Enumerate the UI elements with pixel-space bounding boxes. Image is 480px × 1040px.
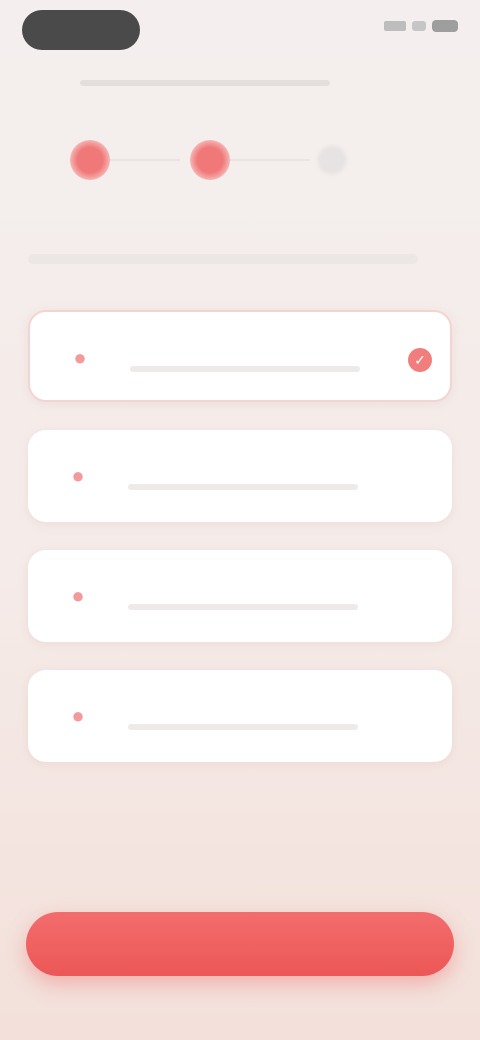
question-hint (28, 254, 418, 264)
step-2 (190, 140, 230, 180)
step-3 (312, 140, 352, 180)
check-icon: ✓ (408, 348, 432, 372)
option-card-3[interactable]: ● (28, 550, 452, 642)
option-description (130, 366, 360, 372)
step-connector (100, 159, 180, 161)
battery-icon (432, 20, 458, 32)
option-card-1[interactable]: ● ✓ (28, 310, 452, 402)
option-icon: ● (71, 583, 85, 608)
dynamic-island (22, 10, 140, 50)
step-1 (70, 140, 110, 180)
status-icons (384, 20, 458, 32)
option-card-2[interactable]: ● (28, 430, 452, 522)
subtitle-placeholder (80, 80, 330, 86)
options-list: ● ✓ ● ● ● (28, 310, 452, 790)
option-icon: ● (73, 345, 87, 370)
step-connector (220, 159, 310, 161)
option-icon: ● (71, 463, 85, 488)
header (80, 72, 420, 86)
signal-icon (384, 21, 406, 31)
wifi-icon (412, 21, 426, 31)
status-bar (22, 10, 458, 50)
option-icon: ● (71, 703, 85, 728)
continue-button[interactable] (26, 912, 454, 976)
option-description (128, 604, 358, 610)
progress-stepper (60, 140, 360, 180)
back-button[interactable] (30, 72, 60, 102)
option-description (128, 484, 358, 490)
option-card-4[interactable]: ● (28, 670, 452, 762)
option-description (128, 724, 358, 730)
